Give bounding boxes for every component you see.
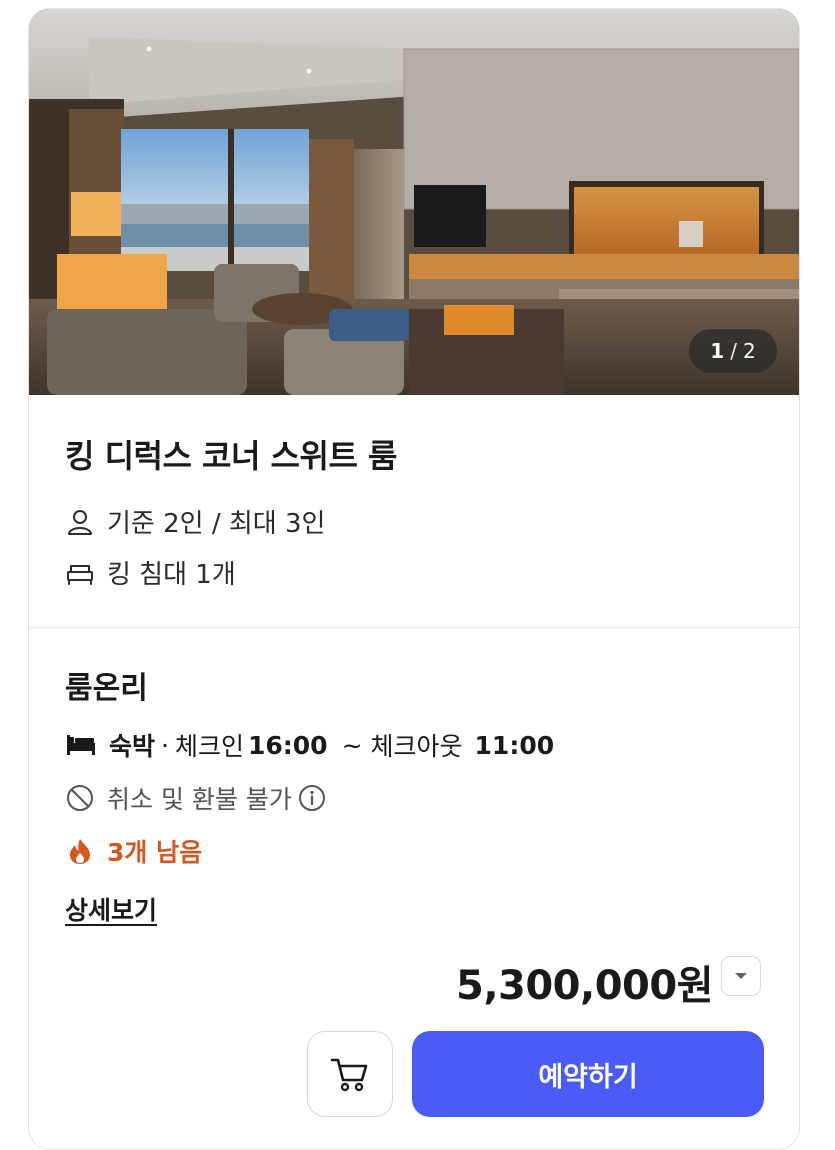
room-card: 1 / 2 킹 디럭스 코너 스위트 룸 기준 2인 / 최대 3인 킹 침대 … (28, 8, 800, 1150)
price-breakdown-toggle[interactable] (721, 956, 761, 996)
cart-icon (330, 1058, 368, 1092)
photo-counter-current: 1 (710, 339, 725, 363)
section-divider (29, 627, 799, 628)
reserve-button[interactable]: 예약하기 (412, 1031, 764, 1117)
bed-filled-icon (67, 735, 95, 755)
info-icon[interactable] (298, 784, 326, 812)
stay-type: 숙박 (109, 732, 156, 761)
room-photo[interactable]: 1 / 2 (29, 9, 799, 395)
room-title: 킹 디럭스 코너 스위트 룸 (65, 437, 397, 475)
bed-outline-icon (67, 564, 93, 585)
person-icon (68, 509, 92, 535)
time-tilde: ~ (341, 730, 363, 760)
photo-counter: 1 / 2 (689, 329, 777, 373)
stay-dot: · (161, 730, 169, 760)
flame-icon (70, 839, 90, 864)
checkout-time: 11:00 (474, 730, 555, 760)
caret-down-icon (735, 973, 747, 979)
checkin-label: 체크인 (174, 732, 244, 761)
photo-counter-total: 2 (742, 339, 756, 363)
remaining-row: 3개 남음 (65, 833, 202, 869)
cancellation-row: 취소 및 환불 불가 (65, 780, 338, 816)
price-amount: 5,300,000원 (455, 963, 714, 1009)
rate-plan-title: 룸온리 (65, 671, 148, 706)
bed-text: 킹 침대 1개 (107, 560, 236, 590)
stay-time-row: 숙박 · 체크인 16:00 ~ 체크아웃 11:00 (65, 727, 554, 763)
occupancy-text: 기준 2인 / 최대 3인 (107, 509, 326, 539)
add-to-cart-button[interactable] (307, 1031, 393, 1117)
bed-row: 킹 침대 1개 (65, 554, 236, 591)
photo-counter-separator: / (730, 339, 737, 363)
remaining-text: 3개 남음 (107, 838, 203, 867)
checkout-label: 체크아웃 (370, 732, 463, 761)
hotel-room-image (29, 9, 799, 395)
occupancy-row: 기준 2인 / 최대 3인 (65, 503, 325, 540)
details-link[interactable]: 상세보기 (65, 891, 157, 927)
no-entry-icon (67, 785, 93, 811)
cancellation-text: 취소 및 환불 불가 (107, 785, 292, 814)
checkin-time: 16:00 (247, 730, 328, 760)
